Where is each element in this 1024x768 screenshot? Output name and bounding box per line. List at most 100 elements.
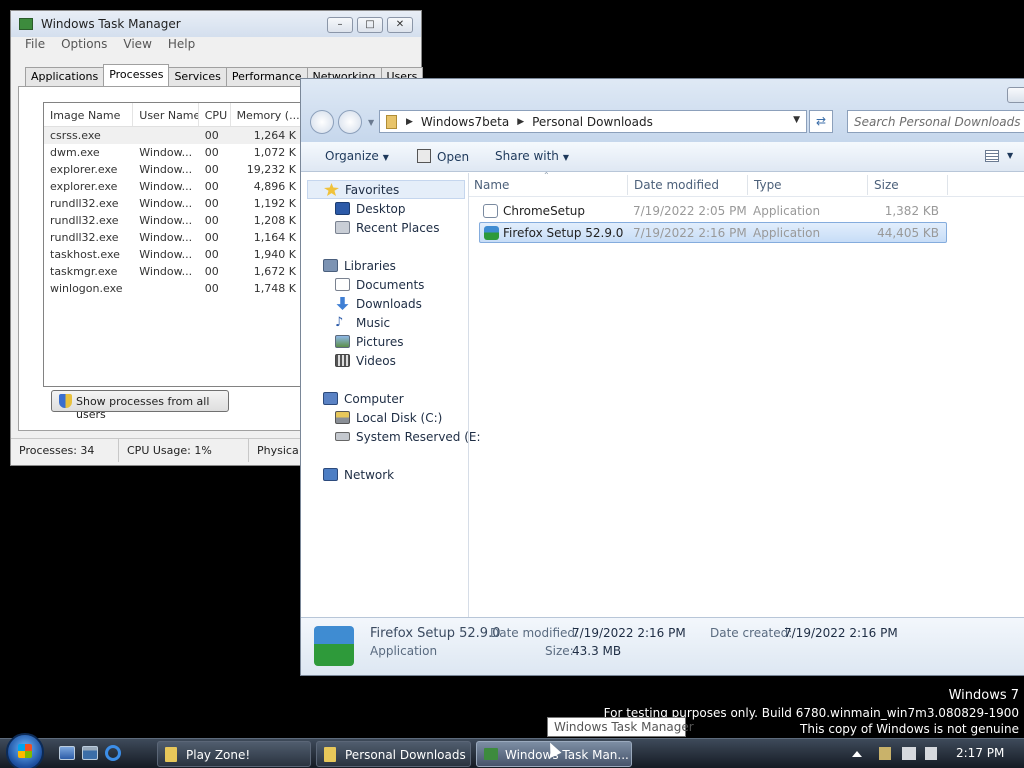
breadcrumb-personal-downloads[interactable]: Personal Downloads bbox=[532, 115, 653, 129]
task-manager-icon bbox=[19, 18, 33, 30]
nav-videos[interactable]: Videos bbox=[335, 351, 396, 370]
nav-computer[interactable]: Computer bbox=[323, 389, 404, 408]
views-dropdown-icon[interactable]: ▼ bbox=[1007, 151, 1013, 160]
command-bar: Organize ▼ Open Share with ▼ ▼ bbox=[301, 142, 1024, 172]
address-dropdown-icon[interactable]: ▼ bbox=[793, 115, 800, 125]
show-hidden-icons[interactable] bbox=[852, 751, 862, 757]
taskbar-tooltip: Windows Task Manager bbox=[547, 717, 694, 737]
share-with-button[interactable]: Share with ▼ bbox=[495, 149, 569, 163]
back-button[interactable] bbox=[310, 110, 334, 134]
documents-icon bbox=[335, 278, 350, 291]
nav-system-reserved[interactable]: System Reserved (E: bbox=[335, 427, 481, 446]
file-row-chromesetup[interactable]: ChromeSetup 7/19/2022 2:05 PM Applicatio… bbox=[479, 201, 947, 222]
process-row[interactable]: rundll32.exe Window... 00 1,208 K bbox=[44, 212, 302, 229]
task-manager-titlebar[interactable]: Windows Task Manager – □ ✕ bbox=[11, 11, 421, 37]
column-separator[interactable] bbox=[627, 175, 628, 195]
open-button[interactable]: Open bbox=[417, 149, 469, 164]
clock[interactable]: 2:17 PM bbox=[956, 746, 1004, 760]
recent-pages-dropdown-icon[interactable]: ▼ bbox=[368, 118, 374, 127]
menu-file[interactable]: File bbox=[25, 37, 45, 55]
address-bar[interactable]: ▶ Windows7beta ▶ Personal Downloads ▼ bbox=[379, 110, 807, 133]
process-row[interactable]: taskhost.exe Window... 00 1,940 K bbox=[44, 246, 302, 263]
chevron-down-icon: ▼ bbox=[382, 153, 389, 162]
column-cpu[interactable]: CPU bbox=[199, 103, 231, 126]
organize-button[interactable]: Organize ▼ bbox=[325, 149, 389, 163]
column-separator[interactable] bbox=[867, 175, 868, 195]
details-file-type: Application bbox=[370, 644, 438, 658]
nav-libraries[interactable]: Libraries bbox=[323, 256, 396, 275]
process-row[interactable]: dwm.exe Window... 00 1,072 K bbox=[44, 144, 302, 161]
installer-icon bbox=[484, 226, 499, 240]
explorer-titlebar[interactable]: ▼ ▶ Windows7beta ▶ Personal Downloads ▼ … bbox=[301, 79, 1024, 142]
process-list[interactable]: Image Name User Name CPU Memory (... csr… bbox=[43, 102, 303, 387]
menu-view[interactable]: View bbox=[123, 37, 151, 55]
action-center-icon[interactable] bbox=[879, 747, 891, 760]
column-size[interactable]: Size bbox=[874, 178, 899, 192]
maximize-button[interactable] bbox=[1007, 87, 1024, 103]
start-button[interactable] bbox=[6, 733, 44, 768]
maximize-button[interactable]: □ bbox=[357, 17, 383, 33]
explorer-window[interactable]: ▼ ▶ Windows7beta ▶ Personal Downloads ▼ … bbox=[300, 78, 1024, 676]
application-icon bbox=[483, 204, 498, 218]
menu-options[interactable]: Options bbox=[61, 37, 107, 55]
minimize-button[interactable]: – bbox=[327, 17, 353, 33]
process-row[interactable]: rundll32.exe Window... 00 1,192 K bbox=[44, 195, 302, 212]
status-physical-memory: Physica bbox=[257, 444, 299, 457]
nav-downloads[interactable]: Downloads bbox=[335, 294, 422, 313]
column-separator[interactable] bbox=[747, 175, 748, 195]
nav-documents[interactable]: Documents bbox=[335, 275, 424, 294]
chevron-right-icon[interactable]: ▶ bbox=[406, 115, 413, 129]
column-memory[interactable]: Memory (... bbox=[231, 103, 302, 126]
task-manager-icon bbox=[484, 748, 498, 760]
watermark-genuine: This copy of Windows is not genuine bbox=[800, 722, 1019, 736]
process-row[interactable]: explorer.exe Window... 00 19,232 K bbox=[44, 161, 302, 178]
chevron-right-icon[interactable]: ▶ bbox=[517, 115, 524, 129]
column-user-name[interactable]: User Name bbox=[133, 103, 199, 126]
menu-help[interactable]: Help bbox=[168, 37, 195, 55]
process-row[interactable]: taskmgr.exe Window... 00 1,672 K bbox=[44, 263, 302, 280]
nav-music[interactable]: ♪ Music bbox=[335, 313, 390, 332]
volume-muted-icon[interactable] bbox=[925, 747, 937, 760]
nav-network[interactable]: Network bbox=[323, 465, 394, 484]
nav-desktop[interactable]: Desktop bbox=[335, 199, 406, 218]
column-name[interactable]: Name bbox=[474, 178, 509, 192]
nav-pictures[interactable]: Pictures bbox=[335, 332, 404, 351]
process-row[interactable]: explorer.exe Window... 00 4,896 K bbox=[44, 178, 302, 195]
column-date-modified[interactable]: Date modified bbox=[634, 178, 719, 192]
taskbar-play-zone[interactable]: Play Zone! bbox=[157, 741, 311, 767]
close-button[interactable]: ✕ bbox=[387, 17, 413, 33]
navigation-pane: Favorites Desktop Recent Places Librarie… bbox=[307, 175, 481, 615]
search-input[interactable]: Search Personal Downloads bbox=[847, 110, 1024, 133]
internet-explorer-icon[interactable] bbox=[105, 745, 121, 761]
process-row[interactable]: rundll32.exe Window... 00 1,164 K bbox=[44, 229, 302, 246]
forward-button[interactable] bbox=[338, 110, 362, 134]
chevron-down-icon: ▼ bbox=[562, 153, 570, 162]
taskbar-personal-downloads[interactable]: Personal Downloads bbox=[316, 741, 471, 767]
nav-recent-places[interactable]: Recent Places bbox=[335, 218, 439, 237]
tab-performance[interactable]: Performance bbox=[225, 67, 308, 86]
views-icon[interactable] bbox=[985, 150, 999, 162]
nav-favorites[interactable]: Favorites bbox=[307, 180, 465, 199]
status-processes: Processes: 34 bbox=[11, 439, 119, 462]
file-list[interactable]: Name ⌃ Date modified Type Size ChromeSet… bbox=[469, 171, 1024, 617]
switch-windows-icon[interactable] bbox=[82, 746, 98, 760]
process-row[interactable]: csrss.exe 00 1,264 K bbox=[44, 127, 302, 144]
process-row[interactable]: winlogon.exe 00 1,748 K bbox=[44, 280, 302, 297]
tab-services[interactable]: Services bbox=[168, 67, 227, 86]
network-tray-icon[interactable] bbox=[902, 747, 916, 760]
column-type[interactable]: Type bbox=[754, 178, 782, 192]
details-date-modified: 7/19/2022 2:16 PM bbox=[572, 626, 686, 640]
details-size: 43.3 MB bbox=[572, 644, 622, 658]
nav-local-disk[interactable]: Local Disk (C:) bbox=[335, 408, 442, 427]
tab-applications[interactable]: Applications bbox=[25, 67, 105, 86]
tab-processes[interactable]: Processes bbox=[103, 64, 170, 86]
details-date-created-label: Date created: bbox=[710, 626, 793, 640]
breadcrumb-windows7beta[interactable]: Windows7beta bbox=[421, 115, 509, 129]
show-all-processes-button[interactable]: Show processes from all users bbox=[51, 390, 229, 421]
column-separator[interactable] bbox=[947, 175, 948, 195]
star-icon bbox=[324, 183, 339, 196]
refresh-button[interactable]: ⇄ bbox=[809, 110, 833, 133]
file-row-firefox-setup[interactable]: Firefox Setup 52.9.0 7/19/2022 2:16 PM A… bbox=[479, 222, 947, 243]
show-desktop-icon[interactable] bbox=[59, 746, 75, 760]
column-image-name[interactable]: Image Name bbox=[44, 103, 134, 126]
